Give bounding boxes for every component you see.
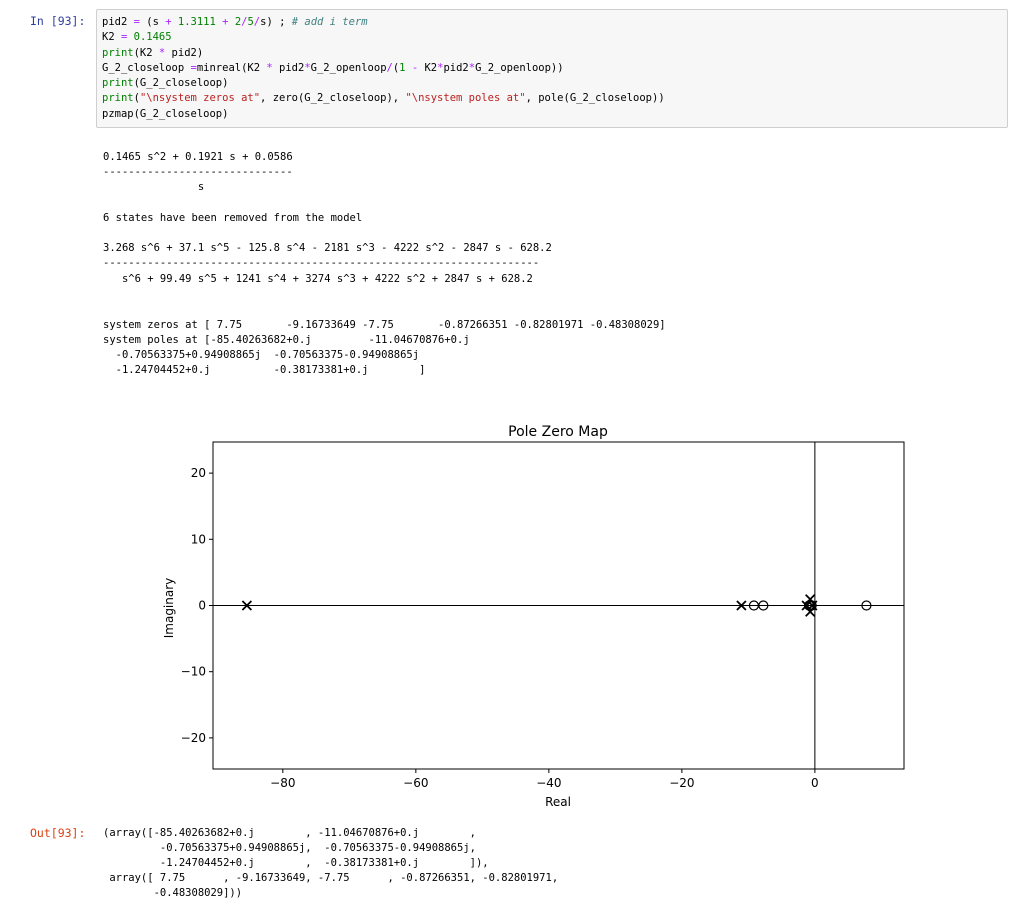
- output-tf1-denominator: s: [103, 181, 205, 193]
- code-input-cell[interactable]: pid2 = (s + 1.3111 + 2/5/s) ; # add i te…: [96, 9, 1008, 128]
- output-tf2-numerator: 3.268 s^6 + 37.1 s^5 - 125.8 s^4 - 2181 …: [103, 242, 552, 254]
- code-editor[interactable]: pid2 = (s + 1.3111 + 2/5/s) ; # add i te…: [102, 15, 665, 122]
- x-tick-label: −80: [270, 776, 295, 790]
- code-line-3: print(K2 * pid2): [102, 46, 204, 59]
- y-tick-label: 20: [191, 466, 206, 480]
- pole-zero-svg: Pole Zero Map −80 −60 −40 −20 0 −20 −10 0 10 20 R…: [162, 424, 905, 809]
- output-tf1-bar: ------------------------------: [103, 166, 293, 178]
- output-tf2-denominator: s^6 + 99.49 s^5 + 1241 s^4 + 3274 s^3 + …: [103, 273, 533, 285]
- input-prompt: In [93]:: [30, 14, 86, 28]
- output-tf1-numerator: 0.1465 s^2 + 0.1921 s + 0.0586: [103, 151, 293, 163]
- code-line-5: print(G_2_closeloop): [102, 77, 229, 90]
- code-line-7: pzmap(G_2_closeloop): [102, 107, 229, 120]
- pole-zero-chart: Pole Zero Map −80 −60 −40 −20 0 −20 −10 0 10 20 R…: [150, 415, 930, 815]
- output-poles-line-3: -1.24704452+0.j -0.38173381+0.j ]: [103, 364, 426, 376]
- x-tick-label: −20: [669, 776, 694, 790]
- out-line-5: -0.48308029])): [103, 887, 243, 899]
- out-line-2: -0.70563375+0.94908865j, -0.70563375-0.9…: [103, 842, 476, 854]
- x-tick-label: −60: [403, 776, 428, 790]
- y-tick-label: 10: [191, 532, 206, 546]
- output-tf2-bar: ----------------------------------------…: [103, 257, 540, 269]
- output-prompt: Out[93]:: [30, 826, 86, 840]
- code-line-1: pid2 = (s + 1.3111 + 2/5/s) ; # add i te…: [102, 16, 368, 28]
- chart-title: Pole Zero Map: [508, 424, 608, 440]
- y-tick-label: −20: [181, 731, 206, 745]
- y-tick-label: −10: [181, 665, 206, 679]
- y-axis-label: Imaginary: [162, 578, 176, 639]
- code-line-2: K2 = 0.1465: [102, 31, 172, 44]
- code-line-4: G_2_closeloop =minreal(K2 * pid2*G_2_ope…: [102, 61, 564, 74]
- output-zeros-line: system zeros at [ 7.75 -9.16733649 -7.75…: [103, 319, 666, 331]
- output-poles-line-1: system poles at [-85.40263682+0.j -11.04…: [103, 334, 470, 346]
- output-poles-line-2: -0.70563375+0.94908865j -0.70563375-0.94…: [103, 349, 420, 361]
- output-states-removed: 6 states have been removed from the mode…: [103, 212, 363, 224]
- x-axis-label: Real: [545, 795, 571, 809]
- x-tick-label: −40: [536, 776, 561, 790]
- y-tick-label: 0: [198, 599, 206, 613]
- out-line-3: -1.24704452+0.j , -0.38173381+0.j ]),: [103, 857, 489, 869]
- code-line-6: print("\nsystem zeros at", zero(G_2_clos…: [102, 92, 665, 105]
- out-line-1: (array([-85.40263682+0.j , -11.04670876+…: [103, 827, 476, 839]
- out-line-4: array([ 7.75 , -9.16733649, -7.75 , -0.8…: [103, 872, 559, 884]
- x-tick-label: 0: [811, 776, 819, 790]
